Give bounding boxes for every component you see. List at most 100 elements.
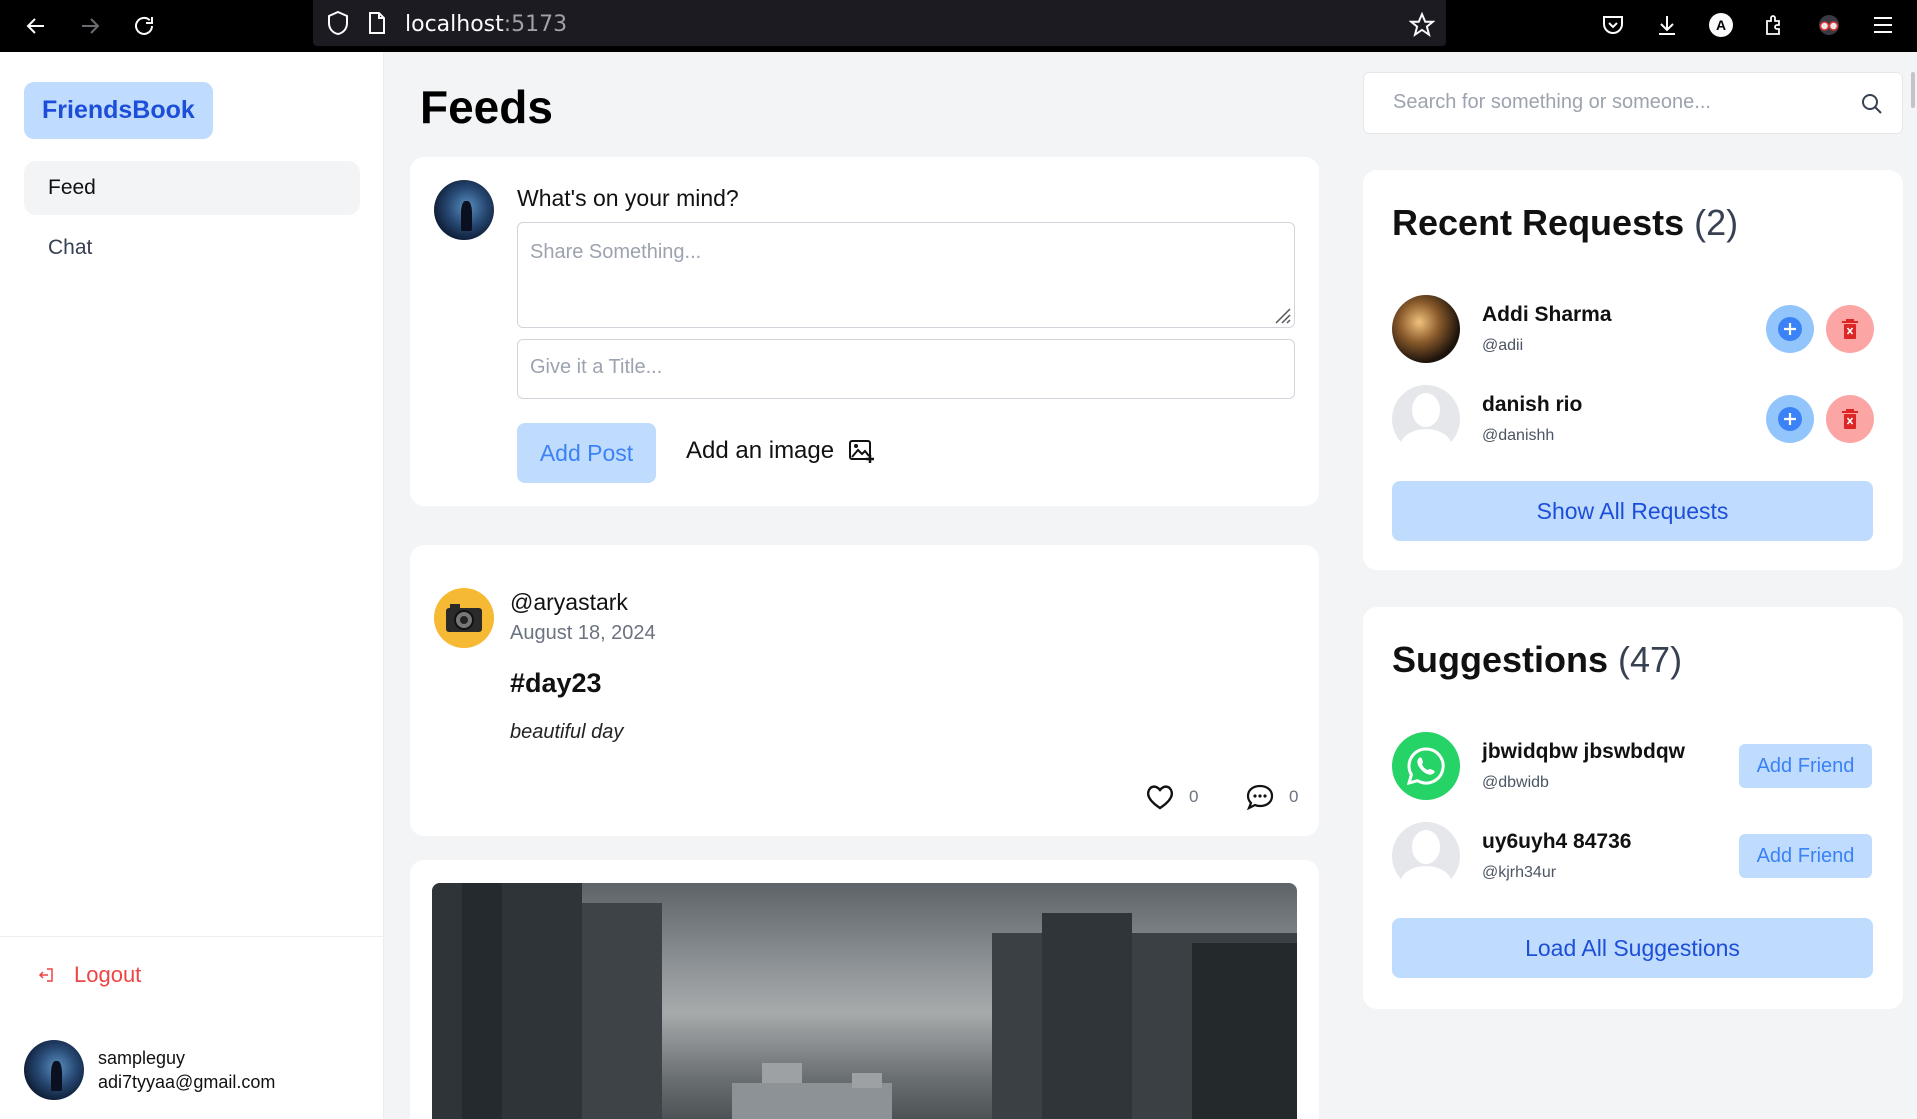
download-icon[interactable] — [1652, 10, 1682, 40]
menu-icon[interactable] — [1868, 10, 1898, 40]
requests-count: (2) — [1694, 202, 1739, 243]
sidebar-item-chat[interactable]: Chat — [24, 221, 360, 275]
request-row: Addi Sharma @adii — [1392, 295, 1874, 363]
suggestions-panel: Suggestions (47) jbwidqbw jbswbdqw @dbwi… — [1363, 607, 1903, 1009]
page-icon — [362, 8, 392, 38]
camera-icon — [446, 604, 482, 632]
resize-grip-icon[interactable] — [1270, 303, 1292, 325]
textarea-placeholder: Share Something... — [530, 241, 702, 263]
bookmark-star-icon[interactable] — [1407, 10, 1437, 40]
add-image-label: Add an image — [686, 437, 835, 464]
suggestion-handle: @dbwidb — [1482, 774, 1549, 791]
user-name: sampleguy — [98, 1048, 186, 1068]
post-title: #day23 — [510, 668, 602, 698]
accept-request-button[interactable] — [1766, 305, 1814, 353]
account-icon[interactable]: A — [1706, 10, 1736, 40]
post-username[interactable]: @aryastark — [510, 589, 628, 616]
avatar[interactable] — [1392, 822, 1460, 890]
plus-circle-icon — [1778, 317, 1802, 341]
shield-icon[interactable] — [323, 8, 353, 38]
suggestions-count: (47) — [1618, 639, 1683, 680]
panel-title: Recent Requests (2) — [1392, 202, 1738, 244]
sidebar: FriendsBook Feed Chat Logout sampleguy a… — [0, 52, 384, 1119]
request-row: danish rio @danishh — [1392, 385, 1874, 453]
like-count: 0 — [1189, 787, 1199, 806]
search-icon[interactable] — [1860, 92, 1884, 116]
search-placeholder: Search for something or someone... — [1393, 91, 1711, 113]
current-user[interactable]: sampleguy adi7tyyaa@gmail.com — [24, 1040, 275, 1100]
post-image[interactable] — [432, 883, 1297, 1119]
comment-icon — [1246, 784, 1274, 811]
add-image-button[interactable]: Add an image — [686, 437, 876, 465]
reject-request-button[interactable] — [1826, 395, 1874, 443]
extension-glasses-icon[interactable] — [1814, 10, 1844, 40]
logout-icon — [38, 968, 53, 982]
comment-count: 0 — [1289, 787, 1299, 806]
search-input[interactable]: Search for something or someone... — [1363, 72, 1903, 134]
request-name[interactable]: danish rio — [1482, 393, 1582, 417]
trash-icon — [1842, 319, 1858, 339]
request-handle: @danishh — [1482, 427, 1555, 444]
input-placeholder: Give it a Title... — [530, 356, 663, 378]
sidebar-item-feed[interactable]: Feed — [24, 161, 360, 215]
reject-request-button[interactable] — [1826, 305, 1874, 353]
browser-toolbar: localhost:5173 A — [0, 0, 1917, 52]
extensions-icon[interactable] — [1760, 10, 1790, 40]
avatar[interactable] — [1392, 385, 1460, 453]
brand-logo[interactable]: FriendsBook — [24, 82, 213, 139]
scrollbar-thumb[interactable] — [1911, 72, 1915, 108]
post-card — [410, 860, 1319, 1119]
plus-circle-icon — [1778, 407, 1802, 431]
image-add-icon — [849, 440, 875, 463]
like-button[interactable]: 0 — [1145, 783, 1198, 811]
suggestion-row: jbwidqbw jbswbdqw @dbwidb Add Friend — [1392, 732, 1872, 800]
post-body: beautiful day — [510, 721, 624, 743]
logout-label: Logout — [74, 962, 142, 987]
add-friend-button[interactable]: Add Friend — [1739, 834, 1872, 878]
url-text: localhost:5173 — [405, 12, 567, 37]
page-title: Feeds — [420, 81, 553, 133]
url-port: :5173 — [503, 12, 568, 37]
whatsapp-icon — [1406, 747, 1445, 786]
request-handle: @adii — [1482, 337, 1524, 354]
suggestions-title: Suggestions — [1392, 639, 1609, 680]
post-content-textarea[interactable]: Share Something... — [517, 222, 1295, 328]
comment-button[interactable]: 0 — [1245, 783, 1298, 811]
suggestion-row: uy6uyh4 84736 @kjrh34ur Add Friend — [1392, 822, 1872, 890]
avatar — [434, 588, 494, 648]
composer-prompt: What's on your mind? — [517, 185, 739, 211]
sidebar-item-label: Chat — [48, 236, 93, 259]
recent-requests-panel: Recent Requests (2) Addi Sharma @adii da… — [1363, 170, 1903, 570]
back-icon[interactable] — [20, 10, 52, 42]
heart-icon — [1146, 785, 1174, 810]
avatar[interactable] — [1392, 732, 1460, 800]
user-email: adi7tyyaa@gmail.com — [98, 1072, 276, 1092]
panel-title: Suggestions (47) — [1392, 639, 1682, 681]
show-all-requests-button[interactable]: Show All Requests — [1392, 481, 1873, 541]
logout-button[interactable]: Logout — [36, 962, 141, 988]
request-name[interactable]: Addi Sharma — [1482, 303, 1612, 327]
accept-request-button[interactable] — [1766, 395, 1814, 443]
add-friend-button[interactable]: Add Friend — [1739, 744, 1872, 788]
requests-title: Recent Requests — [1392, 202, 1685, 243]
url-host: localhost — [405, 12, 504, 37]
sidebar-divider — [0, 936, 384, 937]
post-composer: What's on your mind? Share Something... … — [410, 157, 1319, 506]
load-all-suggestions-button[interactable]: Load All Suggestions — [1392, 918, 1873, 978]
suggestion-handle: @kjrh34ur — [1482, 864, 1557, 881]
reload-icon[interactable] — [128, 10, 160, 42]
avatar[interactable] — [1392, 295, 1460, 363]
avatar — [24, 1040, 84, 1100]
sidebar-item-label: Feed — [48, 176, 96, 199]
city-painting-image — [432, 883, 1297, 1119]
trash-icon — [1842, 409, 1858, 429]
pocket-icon[interactable] — [1598, 10, 1628, 40]
post-title-input[interactable]: Give it a Title... — [517, 339, 1295, 399]
suggestion-name[interactable]: jbwidqbw jbswbdqw — [1482, 740, 1685, 764]
post-date: August 18, 2024 — [510, 622, 656, 644]
account-badge: A — [1709, 13, 1733, 37]
suggestion-name[interactable]: uy6uyh4 84736 — [1482, 830, 1631, 854]
add-post-button[interactable]: Add Post — [517, 423, 656, 483]
post-card: @aryastark August 18, 2024 #day23 beauti… — [410, 545, 1319, 836]
forward-icon[interactable] — [74, 10, 106, 42]
